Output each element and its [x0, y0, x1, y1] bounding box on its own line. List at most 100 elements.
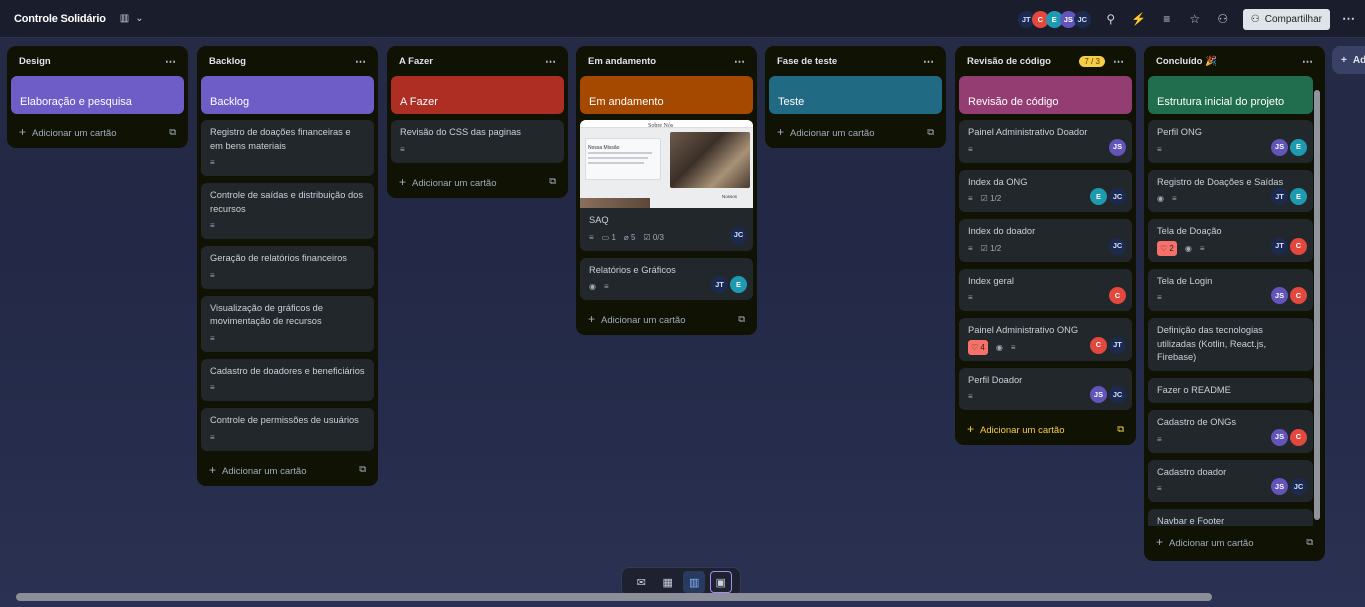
list-cover-card[interactable]: Revisão de código: [959, 76, 1132, 114]
avatar[interactable]: JS: [1271, 428, 1288, 446]
avatar[interactable]: JS: [1271, 478, 1288, 495]
avatar[interactable]: E: [730, 276, 747, 293]
add-list-button[interactable]: + Ad: [1332, 46, 1365, 74]
list-title[interactable]: Em andamento: [588, 56, 656, 67]
avatar[interactable]: JT: [1271, 237, 1288, 255]
horizontal-scrollbar[interactable]: [16, 593, 1212, 601]
share-button[interactable]: ⚇ Compartilhar: [1242, 8, 1330, 30]
add-card-button[interactable]: + Adicionar um cartão ⧉: [959, 417, 1132, 439]
list-cover-card[interactable]: Teste: [769, 76, 942, 114]
list-menu-icon[interactable]: ⋯: [1302, 55, 1313, 68]
card[interactable]: Fazer o README: [1148, 377, 1313, 403]
card[interactable]: Tela de Login ≡ JS C: [1148, 268, 1313, 311]
avatar[interactable]: C: [1290, 287, 1307, 304]
list-title[interactable]: Design: [19, 56, 51, 67]
template-icon[interactable]: ⧉: [927, 127, 934, 138]
avatar[interactable]: JT: [1271, 188, 1288, 205]
list-cover-card[interactable]: Em andamento: [580, 76, 753, 114]
list-title[interactable]: Fase de teste: [777, 56, 837, 67]
card[interactable]: Index da ONG ≡ ☑ 1/2 E JC: [959, 169, 1132, 212]
template-icon[interactable]: ⧉: [359, 464, 366, 475]
list-header[interactable]: A Fazer ⋯: [391, 46, 564, 76]
avatar[interactable]: JS: [1109, 138, 1126, 156]
card[interactable]: Painel Administrativo Doador ≡ JS: [959, 120, 1132, 163]
list-cover-card[interactable]: Elaboração e pesquisa: [11, 76, 184, 114]
avatar[interactable]: E: [1090, 188, 1107, 205]
avatar[interactable]: JC: [1109, 188, 1126, 205]
card[interactable]: Geração de relatórios financeiros ≡: [201, 246, 374, 289]
list-menu-icon[interactable]: ⋯: [923, 55, 934, 68]
card[interactable]: Definição das tecnologias utilizadas (Ko…: [1148, 318, 1313, 371]
add-card-button[interactable]: + Adicionar um cartão ⧉: [11, 120, 184, 142]
card[interactable]: Index geral ≡ C: [959, 268, 1132, 311]
board-title[interactable]: Controle Solidário: [14, 13, 106, 25]
avatar[interactable]: JC: [1109, 237, 1126, 255]
visibility-icon[interactable]: ⚇: [1215, 12, 1231, 26]
power-ups-icon[interactable]: ⚲: [1103, 12, 1119, 26]
list-menu-icon[interactable]: ⋯: [734, 55, 745, 68]
list-header[interactable]: Fase de teste ⋯: [769, 46, 942, 76]
card[interactable]: Registro de doações financeiras e em ben…: [201, 120, 374, 176]
avatar[interactable]: C: [1290, 428, 1307, 446]
list-title[interactable]: Revisão de código: [967, 56, 1051, 67]
card[interactable]: Perfil ONG ≡ JS E: [1148, 120, 1313, 163]
template-icon[interactable]: ⧉: [738, 314, 745, 325]
card[interactable]: Cadastro doador ≡ JS JC: [1148, 459, 1313, 502]
star-icon[interactable]: ☆: [1187, 12, 1203, 26]
avatar[interactable]: JT: [711, 276, 728, 293]
list-menu-icon[interactable]: ⋯: [165, 55, 176, 68]
card[interactable]: Index do doador ≡ ☑ 1/2 JC: [959, 219, 1132, 262]
card[interactable]: Registro de Doações e Saídas ◉ ≡ JT E: [1148, 169, 1313, 212]
list-header[interactable]: Concluído 🎉 ⋯: [1148, 46, 1321, 76]
list-menu-icon[interactable]: ⋯: [355, 55, 366, 68]
add-card-button[interactable]: + Adicionar um cartão ⧉: [580, 307, 753, 329]
avatar[interactable]: JC: [1073, 10, 1091, 28]
automation-icon[interactable]: ⚡: [1131, 12, 1147, 26]
list-cover-card[interactable]: Estrutura inicial do projeto: [1148, 76, 1313, 114]
avatar[interactable]: JC: [730, 226, 747, 244]
more-icon[interactable]: ⋯: [1342, 11, 1355, 27]
add-card-button[interactable]: + Adicionar um cartão ⧉: [391, 170, 564, 192]
card[interactable]: Visualização de gráficos de movimentação…: [201, 295, 374, 352]
calendar-icon[interactable]: ▦: [657, 571, 679, 593]
list-header[interactable]: Backlog ⋯: [201, 46, 374, 76]
list-menu-icon[interactable]: ⋯: [1113, 55, 1124, 68]
list-cards-scroll[interactable]: Estrutura inicial do projeto Perfil ONG ≡ J…: [1148, 76, 1313, 526]
avatar[interactable]: JS: [1271, 287, 1288, 304]
switch-board-icon[interactable]: ▣: [709, 571, 732, 593]
avatar[interactable]: JC: [1290, 478, 1307, 495]
card[interactable]: Tela de Doação ♡ 2 ◉ ≡ JT C: [1148, 219, 1313, 262]
add-card-button[interactable]: + Adicionar um cartão ⧉: [1148, 530, 1321, 552]
add-card-button[interactable]: + Adicionar um cartão ⧉: [769, 120, 942, 142]
template-icon[interactable]: ⧉: [1117, 424, 1124, 435]
avatar[interactable]: C: [1109, 287, 1126, 304]
list-header[interactable]: Em andamento ⋯: [580, 46, 753, 76]
list-cover-card[interactable]: A Fazer: [391, 76, 564, 114]
card[interactable]: Relatórios e Gráficos ◉ ≡ JT E: [580, 257, 753, 300]
card[interactable]: Painel Administrativo ONG ♡ 4 ◉ ≡ C JT: [959, 318, 1132, 361]
card[interactable]: Revisão do CSS das paginas ≡: [391, 120, 564, 163]
list-menu-icon[interactable]: ⋯: [545, 55, 556, 68]
card[interactable]: Cadastro de ONGs ≡ JS C: [1148, 410, 1313, 453]
member-avatars[interactable]: JT C E JS JC: [1017, 10, 1091, 28]
card[interactable]: Navbar e Footer≡☑ 0/4JC: [1148, 509, 1313, 526]
avatar[interactable]: E: [1290, 138, 1307, 156]
inbox-icon[interactable]: ✉: [630, 571, 652, 593]
list-header[interactable]: Revisão de código 7 / 3 ⋯: [959, 46, 1132, 76]
avatar[interactable]: C: [1090, 336, 1107, 354]
card[interactable]: Controle de saídas e distribuição dos re…: [201, 183, 374, 239]
list-scrollbar[interactable]: [1314, 90, 1320, 520]
template-icon[interactable]: ⧉: [169, 127, 176, 138]
board-view-icon[interactable]: ▥: [683, 571, 706, 593]
list-cover-card[interactable]: Backlog: [201, 76, 374, 114]
card[interactable]: Perfil Doador ≡ JS JC: [959, 367, 1132, 410]
avatar[interactable]: C: [1290, 237, 1307, 255]
template-icon[interactable]: ⧉: [1306, 537, 1313, 548]
filter-icon[interactable]: ≡: [1159, 12, 1175, 26]
list-title[interactable]: A Fazer: [399, 56, 433, 67]
avatar[interactable]: JS: [1271, 138, 1288, 156]
list-title[interactable]: Backlog: [209, 56, 246, 67]
avatar[interactable]: JC: [1109, 386, 1126, 403]
card[interactable]: Cadastro de doadores e beneficiários ≡: [201, 358, 374, 401]
avatar[interactable]: E: [1290, 188, 1307, 205]
